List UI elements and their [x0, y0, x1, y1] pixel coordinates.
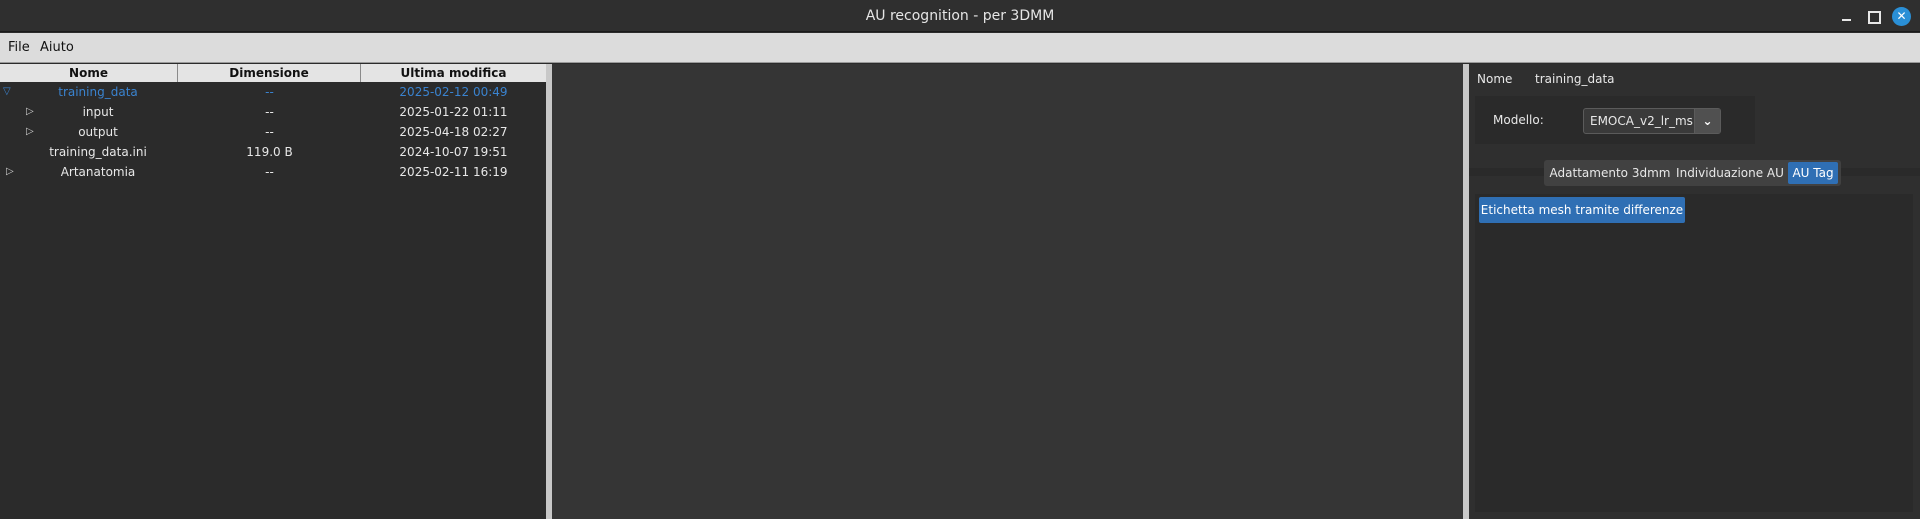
column-header-size[interactable]: Dimensione — [178, 64, 361, 82]
tab-content: Etichetta mesh tramite differenze — [1475, 194, 1913, 512]
row-name: input — [82, 105, 114, 119]
model-label: Modello: — [1493, 113, 1544, 127]
row-name: training_data.ini — [49, 145, 147, 159]
column-header-modified[interactable]: Ultima modifica — [361, 64, 546, 82]
model-select-value: EMOCA_v2_lr_ms — [1590, 114, 1693, 128]
tree-row-input[interactable]: ▷ input -- 2025-01-22 01:11 — [0, 102, 546, 122]
tab-adattamento-3dmm[interactable]: Adattamento 3dmm — [1548, 162, 1672, 184]
model-select[interactable]: EMOCA_v2_lr_ms ⌄ — [1583, 108, 1721, 134]
tab-individuazione-au[interactable]: Individuazione AU — [1674, 162, 1786, 184]
close-icon[interactable]: ✕ — [1892, 7, 1911, 26]
details-panel: Nome training_data Modello: EMOCA_v2_lr_… — [1469, 64, 1920, 519]
row-modified: 2025-04-18 02:27 — [399, 125, 508, 139]
tree-row-output[interactable]: ▷ output -- 2025-04-18 02:27 — [0, 122, 546, 142]
window-title: AU recognition - per 3DMM — [865, 8, 1055, 24]
row-size: -- — [265, 105, 274, 119]
name-value: training_data — [1535, 72, 1615, 86]
model-group: Modello: EMOCA_v2_lr_ms ⌄ — [1475, 96, 1755, 144]
row-size: 119.0 B — [246, 145, 293, 159]
row-modified: 2025-02-12 00:49 — [399, 85, 508, 99]
row-name: Artanatomia — [60, 165, 136, 179]
menu-file[interactable]: File — [8, 33, 30, 63]
row-modified: 2025-02-11 16:19 — [399, 165, 508, 179]
row-size: -- — [265, 165, 274, 179]
tree-row-training-data[interactable]: ▽ training_data -- 2025-02-12 00:49 — [0, 82, 546, 102]
row-modified: 2025-01-22 01:11 — [399, 105, 508, 119]
row-name: output — [78, 125, 118, 139]
maximize-icon[interactable] — [1864, 7, 1882, 25]
tree-header: Nome Dimensione Ultima modifica — [0, 64, 546, 82]
row-modified: 2024-10-07 19:51 — [399, 145, 508, 159]
column-header-name[interactable]: Nome — [0, 64, 178, 82]
tree-row-training-data-ini[interactable]: training_data.ini 119.0 B 2024-10-07 19:… — [0, 142, 546, 162]
menu-bar: File Aiuto — [0, 33, 1920, 63]
chevron-down-icon[interactable]: ⌄ — [1694, 109, 1720, 133]
label-mesh-by-differences-button[interactable]: Etichetta mesh tramite differenze — [1479, 197, 1685, 223]
title-bar: AU recognition - per 3DMM ✕ — [0, 0, 1920, 32]
minimize-icon[interactable] — [1838, 7, 1856, 25]
menu-aiuto[interactable]: Aiuto — [40, 33, 74, 63]
name-label: Nome — [1477, 72, 1513, 86]
file-tree[interactable]: Nome Dimensione Ultima modifica ▽ traini… — [0, 64, 546, 519]
row-size: -- — [265, 85, 274, 99]
tree-row-artanatomia[interactable]: ▷ Artanatomia -- 2025-02-11 16:19 — [0, 162, 546, 182]
viewport-area[interactable] — [552, 64, 1463, 519]
row-size: -- — [265, 125, 274, 139]
row-name: training_data — [58, 85, 138, 99]
tab-au-tag[interactable]: AU Tag — [1788, 162, 1838, 184]
tab-bar: Adattamento 3dmm Individuazione AU AU Ta… — [1544, 160, 1841, 186]
